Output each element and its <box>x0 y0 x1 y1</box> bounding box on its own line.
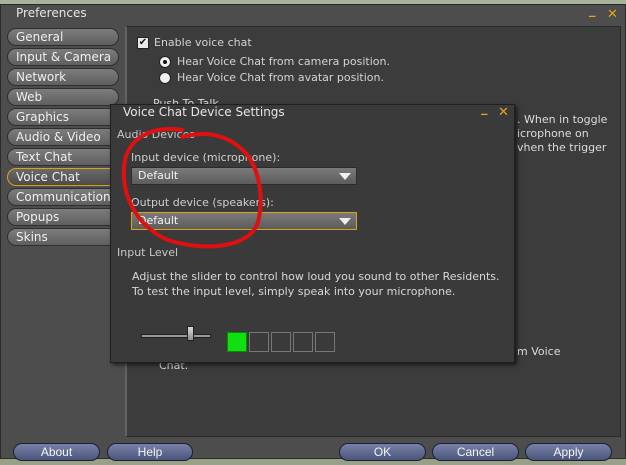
voice-partial-text-1: m Voice <box>517 345 561 358</box>
output-device-label: Output device (speakers): <box>131 196 274 209</box>
radio-camera-position[interactable] <box>159 55 171 68</box>
enable-voice-row[interactable]: ✔ Enable voice chat <box>137 36 252 49</box>
tab-voice-chat[interactable]: Voice Chat <box>7 168 119 186</box>
preferences-tab-list: General Input & Camera Network Web Graph… <box>7 28 119 248</box>
voice-device-settings-dialog: Voice Chat Device Settings _ ✕ Audio Dev… <box>110 102 515 363</box>
tab-web[interactable]: Web <box>7 88 119 106</box>
enable-voice-label: Enable voice chat <box>154 36 252 49</box>
meter-segment-2 <box>249 332 269 352</box>
tab-network[interactable]: Network <box>7 68 119 86</box>
ok-button[interactable]: OK <box>339 443 426 461</box>
dialog-close-icon[interactable]: ✕ <box>498 106 509 119</box>
tab-skins[interactable]: Skins <box>7 228 119 246</box>
tab-popups[interactable]: Popups <box>7 208 119 226</box>
window-title: Preferences <box>16 6 87 20</box>
input-volume-slider-track[interactable] <box>141 334 211 338</box>
input-level-label: Input Level <box>117 246 179 259</box>
cancel-button[interactable]: Cancel <box>432 443 519 461</box>
apply-button[interactable]: Apply <box>525 443 612 461</box>
input-device-value: Default <box>138 169 179 182</box>
meter-segment-1 <box>227 332 247 352</box>
dialog-minimize-icon[interactable]: _ <box>481 102 488 115</box>
radio-avatar-label: Hear Voice Chat from avatar position. <box>177 71 384 84</box>
enable-voice-checkbox[interactable]: ✔ <box>137 36 149 49</box>
chevron-down-icon <box>339 173 351 180</box>
tab-graphics[interactable]: Graphics <box>7 108 119 126</box>
push-to-talk-desc-3: vhen the trigger <box>517 141 607 154</box>
radio-avatar-row[interactable]: Hear Voice Chat from avatar position. <box>159 71 384 84</box>
chevron-down-icon <box>339 218 351 225</box>
tab-text-chat[interactable]: Text Chat <box>7 148 119 166</box>
input-device-dropdown[interactable]: Default <box>131 167 357 185</box>
meter-segment-5 <box>315 332 335 352</box>
input-volume-slider-handle[interactable] <box>187 326 195 341</box>
dialog-title: Voice Chat Device Settings <box>123 105 285 119</box>
radio-avatar-position[interactable] <box>159 71 171 84</box>
tab-input-camera[interactable]: Input & Camera <box>7 48 119 66</box>
tab-general[interactable]: General <box>7 28 119 46</box>
input-level-hint-2: To test the input level, simply speak in… <box>132 285 456 298</box>
minimize-icon[interactable]: _ <box>589 4 596 17</box>
meter-segment-4 <box>293 332 313 352</box>
radio-camera-row[interactable]: Hear Voice Chat from camera position. <box>159 55 390 68</box>
output-device-dropdown[interactable]: Default <box>131 212 357 230</box>
output-device-value: Default <box>138 214 179 227</box>
input-level-meter <box>227 332 335 352</box>
input-level-hint-1: Adjust the slider to control how loud yo… <box>132 270 500 283</box>
audio-devices-label: Audio Devices <box>117 128 196 141</box>
input-device-label: Input device (microphone): <box>131 151 281 164</box>
about-button[interactable]: About <box>13 443 100 461</box>
tab-communication[interactable]: Communication <box>7 188 119 206</box>
push-to-talk-desc-1: . When in toggle <box>517 113 608 126</box>
help-button[interactable]: Help <box>107 443 193 461</box>
push-to-talk-desc-2: icrophone on <box>517 127 589 140</box>
tab-audio-video[interactable]: Audio & Video <box>7 128 119 146</box>
close-icon[interactable]: ✕ <box>607 8 618 21</box>
radio-camera-label: Hear Voice Chat from camera position. <box>177 55 390 68</box>
meter-segment-3 <box>271 332 291 352</box>
